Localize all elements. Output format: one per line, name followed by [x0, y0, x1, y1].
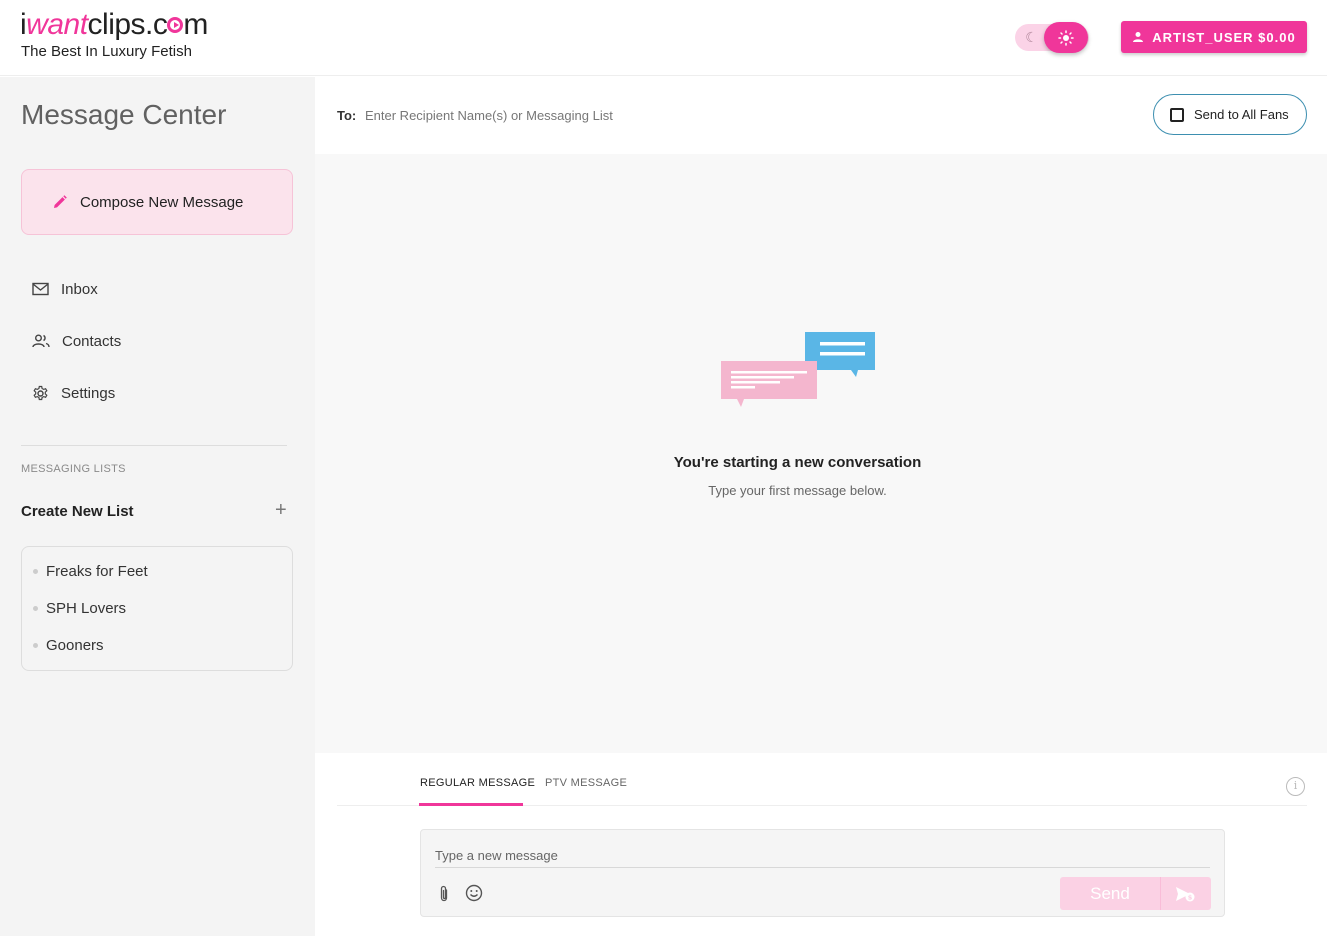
site-tagline: The Best In Luxury Fetish: [21, 43, 192, 60]
sidebar-item-label: Contacts: [62, 332, 122, 350]
site-logo[interactable]: iwantclips.c m: [20, 8, 208, 42]
top-header: iwantclips.c m The Best In Luxury Fetish …: [0, 0, 1327, 76]
tab-ptv-message[interactable]: PTV MESSAGE: [545, 777, 627, 789]
sidebar-item-settings[interactable]: Settings: [32, 381, 115, 405]
sidebar-divider: [21, 445, 287, 446]
message-input[interactable]: [435, 844, 1210, 868]
logo-text-middle: clips.c: [87, 8, 168, 41]
send-options-button[interactable]: $: [1160, 877, 1211, 910]
account-button[interactable]: ARTIST_USER $0.00: [1121, 21, 1307, 53]
list-item-label: Gooners: [46, 637, 104, 654]
list-item[interactable]: SPH Lovers: [33, 600, 126, 617]
compose-new-message-button[interactable]: Compose New Message: [21, 169, 293, 235]
send-button[interactable]: Send: [1060, 877, 1160, 910]
list-item-label: SPH Lovers: [46, 600, 127, 617]
mail-icon: [32, 282, 49, 296]
conversation-subtitle: Type your first message below.: [708, 483, 887, 498]
tab-regular-message[interactable]: REGULAR MESSAGE: [420, 777, 535, 789]
plus-icon[interactable]: +: [275, 500, 287, 520]
sidebar: Message Center Compose New Message Inbox…: [0, 77, 315, 936]
sun-icon: [1058, 30, 1074, 46]
bullet-icon: [33, 643, 38, 648]
paperclip-icon[interactable]: [438, 885, 450, 903]
emoji-icon[interactable]: [465, 884, 483, 902]
gear-icon: [33, 385, 48, 400]
list-item-label: Freaks for Feet: [46, 563, 148, 580]
sidebar-item-contacts[interactable]: Contacts: [32, 329, 121, 353]
logo-text-end: m: [183, 8, 208, 41]
recipient-bar: To: Send to All Fans: [315, 77, 1327, 154]
messaging-lists-panel: Freaks for Feet SPH Lovers Gooners: [21, 546, 293, 671]
chat-bubbles-icon: [721, 332, 875, 407]
list-item[interactable]: Freaks for Feet: [33, 563, 148, 580]
info-icon[interactable]: i: [1286, 777, 1305, 796]
bullet-icon: [33, 569, 38, 574]
create-new-list-link[interactable]: Create New List: [21, 503, 134, 520]
messaging-lists-heading: MESSAGING LISTS: [21, 463, 126, 475]
moon-icon[interactable]: ☾: [1023, 29, 1040, 46]
play-icon: [167, 17, 184, 33]
sidebar-item-inbox[interactable]: Inbox: [32, 277, 98, 301]
send-paid-icon: $: [1176, 886, 1195, 901]
theme-toggle[interactable]: ☾: [1015, 22, 1089, 53]
send-to-all-fans-label: Send to All Fans: [1194, 107, 1289, 122]
theme-toggle-knob[interactable]: [1044, 22, 1088, 53]
bullet-icon: [33, 606, 38, 611]
logo-text-accent: want: [26, 8, 88, 41]
page-title: Message Center: [21, 99, 227, 130]
checkbox-icon[interactable]: [1170, 107, 1184, 122]
message-composer: REGULAR MESSAGE PTV MESSAGE i Send $: [315, 753, 1327, 936]
user-icon: [1133, 32, 1144, 42]
contacts-icon: [32, 334, 50, 348]
conversation-area: You're starting a new conversation Type …: [315, 154, 1327, 753]
svg-text:$: $: [1188, 893, 1193, 901]
recipient-input[interactable]: [365, 105, 965, 125]
account-button-label: ARTIST_USER $0.00: [1152, 29, 1296, 45]
sidebar-item-label: Settings: [61, 384, 116, 402]
active-tab-indicator: [419, 803, 523, 806]
sidebar-item-label: Inbox: [61, 280, 98, 298]
conversation-title: You're starting a new conversation: [673, 454, 922, 471]
message-box: Send $: [420, 829, 1225, 917]
list-item[interactable]: Gooners: [33, 637, 104, 654]
send-to-all-fans-toggle[interactable]: Send to All Fans: [1153, 94, 1307, 135]
compose-label: Compose New Message: [80, 193, 244, 211]
to-label: To:: [337, 108, 357, 123]
pencil-icon: [54, 195, 67, 208]
